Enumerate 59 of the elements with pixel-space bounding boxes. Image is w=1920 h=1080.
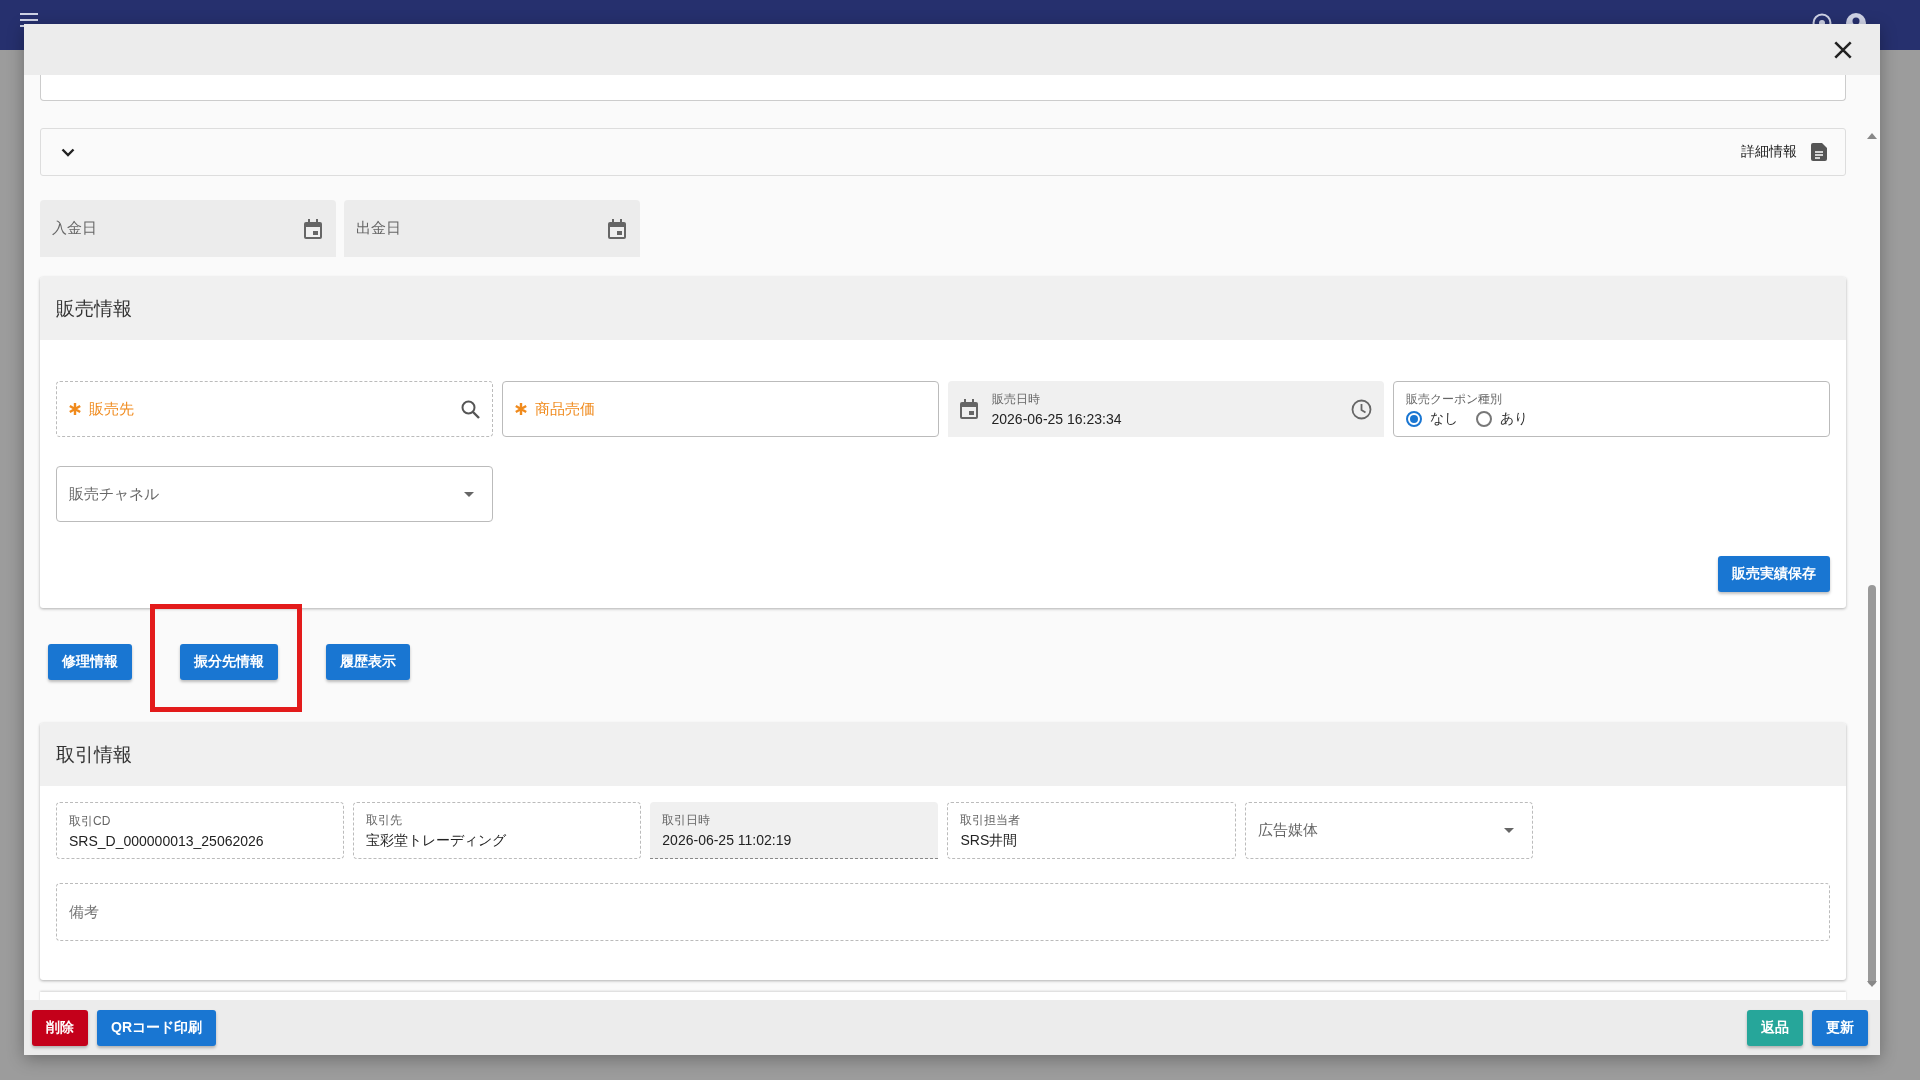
date-field[interactable]: 出金日 — [344, 200, 640, 257]
field-value: 2026-06-25 11:02:19 — [662, 832, 793, 848]
required-asterisk-icon — [69, 403, 81, 415]
detail-label: 詳細情報 — [1741, 143, 1797, 161]
input-field[interactable]: 取引日時 2026-06-25 11:02:19 — [650, 802, 939, 859]
field-label: 取引CD — [69, 812, 112, 830]
input-field[interactable]: 取引CD SRS_D_000000013_25062026 — [56, 802, 345, 859]
calendar-icon[interactable] — [304, 218, 322, 239]
field-value: 2026-06-25 16:23:34 — [991, 411, 1123, 427]
date-field[interactable]: 入金日 — [40, 200, 336, 257]
date-time-field[interactable]: 販売日時 2026-06-25 16:23:34 — [947, 381, 1385, 437]
select-field[interactable]: 販売チャネル — [56, 466, 493, 522]
delete-button[interactable]: 削除 — [32, 1009, 88, 1046]
radio-label: なし — [1430, 409, 1459, 428]
remarks-field[interactable]: 備考 — [56, 883, 1830, 941]
dropdown-caret-icon[interactable] — [1503, 828, 1514, 833]
field-label: 販売クーポン種別 — [1406, 390, 1504, 408]
radio-label: あり — [1500, 409, 1529, 428]
field-value: 宝彩堂トレーディング — [366, 831, 508, 850]
footer-button[interactable]: QRコード印刷 — [97, 1009, 216, 1046]
field-value: SRS井間 — [960, 831, 1019, 850]
field-label: 商品売価 — [534, 399, 596, 419]
search-icon[interactable] — [460, 399, 480, 419]
document-icon — [1811, 143, 1827, 161]
footer-button[interactable]: 返品 — [1747, 1009, 1803, 1046]
calendar-icon[interactable] — [608, 218, 626, 239]
calendar-icon[interactable] — [959, 399, 978, 419]
footer-button[interactable]: 更新 — [1812, 1009, 1868, 1046]
input-field[interactable]: 取引先 宝彩堂トレーディング — [353, 802, 642, 859]
field-label: 広告媒体 — [1257, 821, 1319, 840]
radio-button[interactable] — [1406, 410, 1423, 427]
field-label: 販売チャネル — [69, 484, 160, 504]
select-field[interactable]: 広告媒体 — [1244, 802, 1533, 859]
scroll-up-arrow[interactable] — [1867, 133, 1877, 139]
required-asterisk-icon — [514, 403, 527, 415]
field-value: SRS_D_000000013_25062026 — [69, 832, 265, 849]
field-label: 取引日時 — [662, 812, 712, 829]
action-button[interactable]: 修理情報 — [48, 644, 132, 680]
radio-button[interactable] — [1476, 410, 1493, 427]
action-button[interactable]: 振分先情報 — [180, 644, 278, 680]
field-label: 販売日時 — [991, 391, 1041, 408]
close-icon[interactable] — [1834, 40, 1852, 59]
field-label: 出金日 — [356, 219, 401, 238]
section-title: 取引情報 — [40, 723, 1846, 786]
field-label: 入金日 — [52, 219, 97, 238]
save-button[interactable]: 販売実績保存 — [1718, 556, 1830, 592]
input-field[interactable]: 取引担当者 SRS井間 — [947, 802, 1236, 859]
field-label: 販売先 — [89, 399, 135, 419]
field-placeholder: 備考 — [69, 902, 99, 922]
input-field[interactable] — [40, 75, 1846, 101]
action-button[interactable]: 履歴表示 — [326, 644, 410, 680]
field-label: 取引先 — [366, 811, 404, 829]
clock-icon[interactable] — [1351, 398, 1373, 420]
scroll-down-arrow[interactable] — [1867, 981, 1877, 987]
dropdown-caret-icon[interactable] — [463, 491, 474, 497]
detail-panel[interactable]: 詳細情報 — [40, 128, 1846, 176]
chevron-down-icon[interactable] — [61, 147, 75, 157]
field-label: 取引担当者 — [960, 811, 1022, 829]
section-title: 販売情報 — [40, 277, 1846, 340]
